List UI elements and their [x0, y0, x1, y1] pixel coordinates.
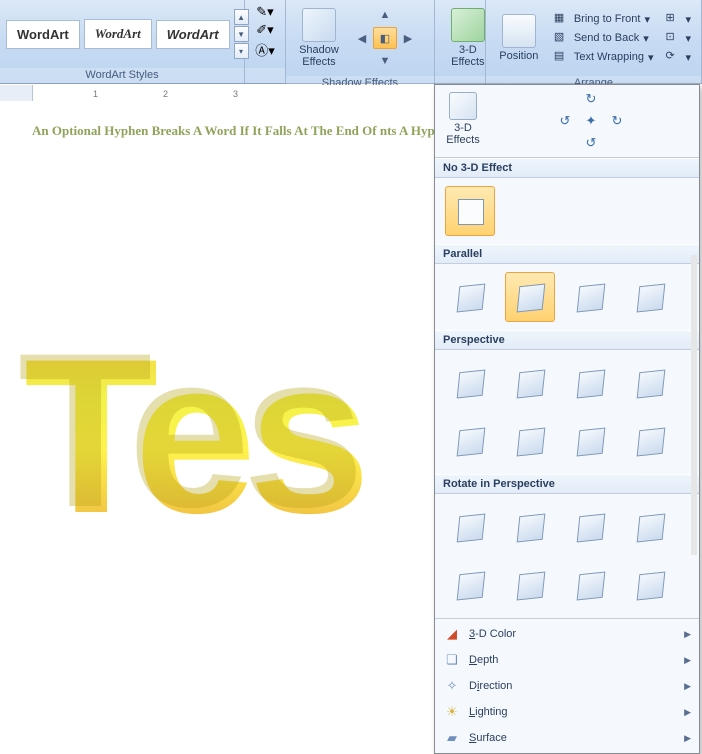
mi-surface[interactable]: ▰Surface▶ [437, 725, 697, 751]
opt-persp-3[interactable] [565, 358, 615, 408]
shape-fill-btn[interactable]: ✎▾ [256, 4, 273, 20]
opt-rot-4[interactable] [625, 502, 675, 552]
opt-parallel-2[interactable] [505, 272, 555, 322]
opt-persp-6[interactable] [505, 416, 555, 466]
opt-persp-5[interactable] [445, 416, 495, 466]
ribbon: WordArt WordArt WordArt ▲ ▼ ▾ WordArt St… [0, 0, 702, 84]
mi-depth[interactable]: ❏Depth▶ [437, 647, 697, 673]
opt-rot-8[interactable] [625, 560, 675, 610]
group-btn[interactable]: ⊡▾ [661, 29, 695, 47]
mi-3d-color[interactable]: ◢3-D 3-D ColorColor▶ [437, 621, 697, 647]
wordart-object[interactable]: Tes [24, 310, 363, 563]
opt-rot-3[interactable] [565, 502, 615, 552]
opt-parallel-1[interactable] [445, 272, 495, 322]
tilt-grid: ↻ ↺ ✦ ↻ ↺ [487, 89, 695, 153]
opt-persp-2[interactable] [505, 358, 555, 408]
opt-no-3d[interactable] [445, 186, 495, 236]
opt-rot-7[interactable] [565, 560, 615, 610]
shadow-nudge-grid: ▲ ◀ ◧ ▶ ▼ [350, 4, 418, 72]
group-text-effects: ✎▾ ✐▾ Ⓐ▾ [245, 0, 286, 83]
3d-effects-dropdown: 3-D Effects ↻ ↺ ✦ ↻ ↺ No 3-D Effect Para… [434, 84, 700, 754]
nudge-left[interactable]: ◀ [350, 27, 374, 49]
section-perspective: Perspective [435, 330, 699, 350]
dd-submenu: ◢3-D 3-D ColorColor▶ ❏Depth▶ ✧Direction▶… [435, 618, 699, 753]
wordart-style-1[interactable]: WordArt [6, 20, 80, 49]
opt-persp-7[interactable] [565, 416, 615, 466]
opt-rot-5[interactable] [445, 560, 495, 610]
section-no-3d: No 3-D Effect [435, 158, 699, 178]
opt-parallel-4[interactable] [625, 272, 675, 322]
3d-effects-dd-button[interactable]: 3-D Effects [439, 89, 487, 153]
opt-persp-4[interactable] [625, 358, 675, 408]
send-to-back[interactable]: ▧Send to Back ▾ [550, 29, 658, 47]
group-3d-effects: 3-D Effects [435, 0, 486, 83]
opt-rot-1[interactable] [445, 502, 495, 552]
rotate-btn[interactable]: ⟳▾ [661, 48, 695, 66]
text-wrapping[interactable]: ▤Text Wrapping ▾ [550, 48, 658, 66]
change-shape-btn[interactable]: Ⓐ▾ [255, 40, 275, 59]
tilt-left[interactable]: ↺ [553, 111, 577, 131]
opt-persp-1[interactable] [445, 358, 495, 408]
shadow-effects-button[interactable]: Shadow Effects [292, 2, 346, 74]
opt-parallel-3[interactable] [565, 272, 615, 322]
opt-persp-8[interactable] [625, 416, 675, 466]
cube-icon [449, 92, 477, 120]
mi-direction[interactable]: ✧Direction▶ [437, 673, 697, 699]
dropdown-scrollbar[interactable] [691, 255, 697, 555]
tilt-down[interactable]: ↺ [579, 133, 603, 153]
section-parallel: Parallel [435, 244, 699, 264]
nudge-right[interactable]: ▶ [396, 27, 420, 49]
position-button[interactable]: Position [492, 2, 546, 74]
tilt-center[interactable]: ✦ [579, 111, 603, 131]
tilt-right[interactable]: ↻ [605, 111, 629, 131]
mi-lighting[interactable]: ☀Lighting▶ [437, 699, 697, 725]
wordart-style-2[interactable]: WordArt [84, 19, 152, 49]
nudge-down[interactable]: ▼ [373, 50, 397, 72]
align-btn[interactable]: ⊞▾ [661, 10, 695, 28]
group-arrange: Position ▦Bring to Front ▾ ▧Send to Back… [486, 0, 702, 83]
tilt-up[interactable]: ↻ [579, 89, 603, 109]
group-wordart-styles: WordArt WordArt WordArt ▲ ▼ ▾ WordArt St… [0, 0, 245, 83]
group-label: WordArt Styles [0, 68, 244, 83]
opt-rot-2[interactable] [505, 502, 555, 552]
group-shadow-effects: Shadow Effects ▲ ◀ ◧ ▶ ▼ Shadow Effects [286, 0, 435, 83]
section-rotate: Rotate in Perspective [435, 474, 699, 494]
nudge-up[interactable]: ▲ [373, 4, 397, 26]
nudge-toggle[interactable]: ◧ [373, 27, 397, 49]
wordart-style-3[interactable]: WordArt [156, 20, 230, 49]
opt-rot-6[interactable] [505, 560, 555, 610]
shape-outline-btn[interactable]: ✐▾ [256, 22, 273, 38]
bring-to-front[interactable]: ▦Bring to Front ▾ [550, 10, 658, 28]
